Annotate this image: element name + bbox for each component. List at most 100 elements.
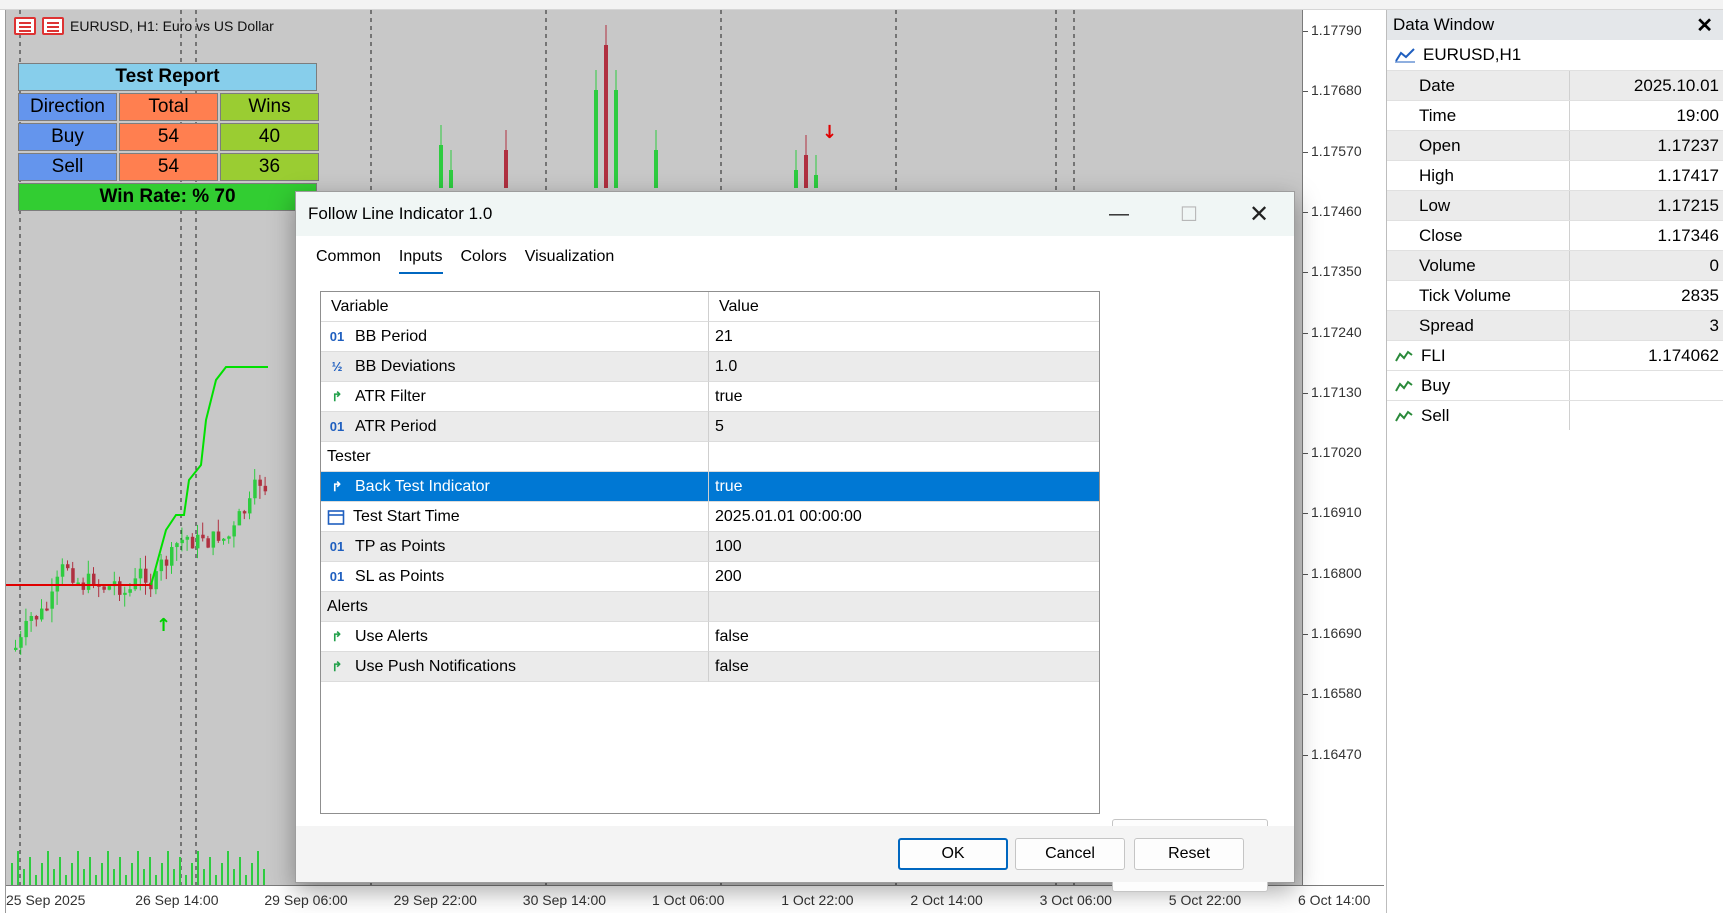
param-value[interactable]: 21 [709, 322, 1099, 352]
param-row[interactable]: Test Start Time 2025.01.01 00:00:00 [321, 502, 1099, 532]
param-name: Back Test Indicator [355, 477, 490, 495]
candle-body [206, 538, 210, 548]
param-name-cell: 01 ATR Period [321, 412, 709, 442]
candle-body [201, 534, 205, 539]
price-label: 1.17570 [1311, 142, 1362, 159]
inputs-grid-header: Variable Value [321, 292, 1099, 322]
price-tick [1303, 31, 1308, 32]
param-group-value [709, 442, 1099, 472]
price-label: 1.17460 [1311, 202, 1362, 219]
minimize-icon[interactable]: — [1084, 192, 1154, 236]
int-icon: 01 [329, 539, 345, 554]
param-name: Use Alerts [355, 627, 428, 645]
data-window-indicator-key: Sell [1387, 401, 1570, 430]
param-value[interactable]: 100 [709, 532, 1099, 562]
candle-body [40, 608, 44, 620]
param-name-cell: ↱ Use Push Notifications [321, 652, 709, 682]
report-buy-total: 54 [119, 123, 218, 151]
candle-body [242, 511, 247, 514]
price-tick [1303, 272, 1308, 274]
candle-body [222, 538, 226, 541]
chart-type-icon[interactable] [42, 17, 64, 35]
data-window-key: Date [1387, 71, 1570, 100]
param-row[interactable]: ↱ Use Alerts false [321, 622, 1099, 652]
param-row[interactable]: ↱ Back Test Indicator true [321, 472, 1099, 502]
column-header-variable[interactable]: Variable [321, 292, 709, 322]
ok-button[interactable]: OK [898, 838, 1008, 870]
candle-body [604, 45, 608, 188]
test-report-panel: Test Report Direction Total Wins Buy 54 … [18, 63, 319, 213]
param-name-cell: 01 TP as Points [321, 532, 709, 562]
param-group-row[interactable]: Tester [321, 442, 1099, 472]
candle-body [654, 150, 658, 188]
column-header-value[interactable]: Value [709, 292, 1099, 322]
report-title: Test Report [18, 63, 317, 91]
param-value[interactable]: true [709, 472, 1099, 502]
time-label: 2 Oct 14:00 [910, 892, 983, 908]
param-name-cell: Test Start Time [321, 502, 709, 532]
reset-button[interactable]: Reset [1134, 838, 1244, 870]
param-name-cell: ½ BB Deviations [321, 352, 709, 382]
price-scale[interactable]: 1.17790 1.17680 1.17570 1.17460 1.17350 1.172… [1302, 10, 1384, 885]
candle-body [180, 539, 184, 544]
candle-body [449, 170, 453, 188]
cancel-button[interactable]: Cancel [1015, 838, 1125, 870]
price-label: 1.16470 [1311, 745, 1362, 762]
bool-icon: ↱ [331, 658, 343, 674]
dialog-titlebar[interactable]: Follow Line Indicator 1.0 — ☐ ✕ [296, 192, 1294, 236]
close-icon[interactable]: ✕ [1224, 192, 1294, 236]
data-window-indicator-row: Buy [1387, 370, 1723, 400]
param-value[interactable]: 5 [709, 412, 1099, 442]
close-icon[interactable]: ✕ [1696, 13, 1713, 38]
price-tick [1303, 513, 1308, 515]
candle-body [60, 564, 65, 577]
param-name-cell: 01 BB Period [321, 322, 709, 352]
param-name-cell: 01 SL as Points [321, 562, 709, 592]
top-toolbar-strip [0, 0, 1723, 10]
param-value[interactable]: false [709, 652, 1099, 682]
param-row[interactable]: ½ BB Deviations 1.0 [321, 352, 1099, 382]
data-window-value: 2025.10.01 [1633, 75, 1719, 95]
param-value[interactable]: true [709, 382, 1099, 412]
param-value[interactable]: false [709, 622, 1099, 652]
param-value[interactable]: 2025.01.01 00:00:00 [709, 502, 1099, 532]
param-row[interactable]: 01 SL as Points 200 [321, 562, 1099, 592]
time-label: 29 Sep 06:00 [264, 892, 348, 908]
price-tick [1303, 392, 1308, 394]
data-window-indicator-key: Buy [1387, 371, 1570, 400]
data-window-symbol: EURUSD,H1 [1387, 40, 1723, 70]
param-value[interactable]: 1.0 [709, 352, 1099, 382]
tab-visualization[interactable]: Visualization [525, 248, 615, 274]
price-label: 1.16580 [1311, 685, 1362, 702]
data-window-row: Open 1.17237 [1387, 130, 1723, 160]
param-group-row[interactable]: Alerts [321, 592, 1099, 622]
candle-body [248, 498, 252, 514]
candle-body [439, 145, 443, 188]
chart-title-text: EURUSD, H1: Euro vs US Dollar [70, 18, 274, 34]
param-row[interactable]: 01 ATR Period 5 [321, 412, 1099, 442]
int-icon: 01 [329, 569, 345, 584]
param-value[interactable]: 200 [709, 562, 1099, 592]
candle-body [123, 592, 127, 595]
indicator-line-icon [1395, 410, 1413, 421]
candle-body [107, 586, 112, 590]
tab-inputs[interactable]: Inputs [398, 248, 443, 274]
candle-body [92, 573, 96, 585]
param-row[interactable]: 01 BB Period 21 [321, 322, 1099, 352]
tab-common[interactable]: Common [316, 248, 381, 274]
data-window-title: Data Window [1393, 15, 1495, 34]
data-window-key: Tick Volume [1387, 281, 1570, 310]
double-icon: ½ [331, 359, 343, 374]
data-window-row: Time 19:00 [1387, 100, 1723, 130]
candle-body [164, 559, 169, 566]
data-window-indicator-value: 1.174062 [1648, 345, 1719, 365]
price-label: 1.16800 [1311, 564, 1362, 581]
chart-menu-icon[interactable] [14, 17, 36, 35]
param-row[interactable]: ↱ Use Push Notifications false [321, 652, 1099, 682]
candle-body [814, 175, 818, 188]
candle-body [14, 647, 18, 650]
tab-colors[interactable]: Colors [461, 248, 507, 274]
candle-body [118, 581, 122, 595]
param-row[interactable]: 01 TP as Points 100 [321, 532, 1099, 562]
param-row[interactable]: ↱ ATR Filter true [321, 382, 1099, 412]
